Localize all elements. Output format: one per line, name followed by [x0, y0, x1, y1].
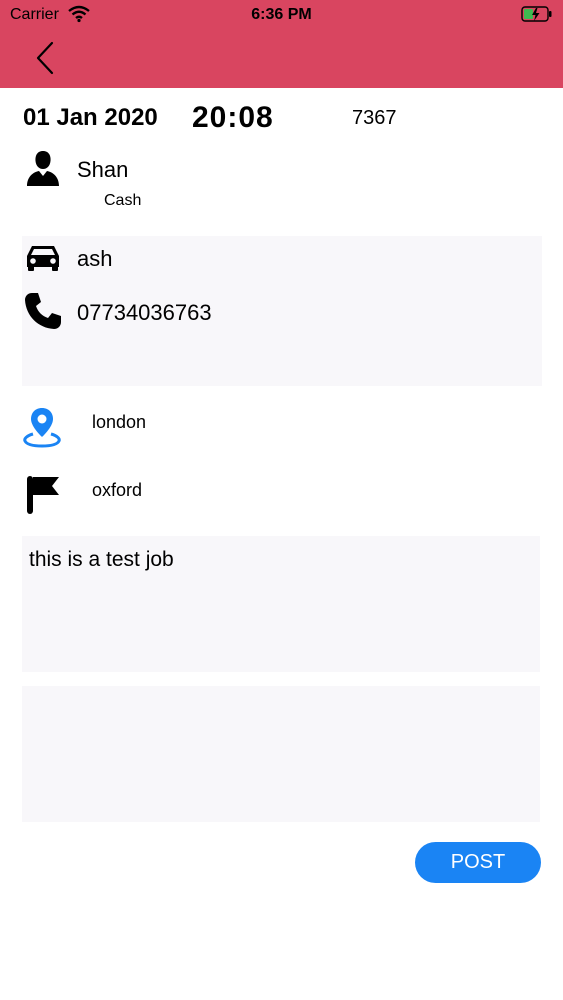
customer-name: Shan: [77, 157, 129, 182]
post-button[interactable]: POST: [415, 842, 541, 883]
person-icon: [26, 150, 60, 191]
phone-number[interactable]: 07734036763: [77, 300, 212, 326]
pickup-location: london: [92, 412, 147, 432]
vehicle-name: ash: [77, 246, 113, 271]
car-icon: [24, 242, 62, 277]
header-bar: Carrier 6:36 PM: [0, 0, 563, 88]
status-time: 6:36 PM: [251, 6, 312, 23]
phone-icon[interactable]: [23, 291, 63, 336]
job-time: 20:08: [192, 101, 274, 134]
location-pin-icon: [22, 406, 62, 453]
back-button[interactable]: [30, 40, 60, 76]
status-bar: Carrier 6:36 PM: [0, 0, 563, 30]
job-id: 7367: [352, 107, 397, 129]
job-notes-text: this is a test job: [29, 548, 174, 571]
comment-textarea[interactable]: [22, 686, 540, 822]
flag-icon: [25, 475, 61, 520]
chevron-left-icon: [36, 41, 54, 75]
battery-charging-icon: [521, 6, 553, 28]
dropoff-location: oxford: [92, 480, 143, 500]
job-date: 01 Jan 2020: [23, 104, 158, 131]
payment-method: Cash: [104, 192, 142, 209]
